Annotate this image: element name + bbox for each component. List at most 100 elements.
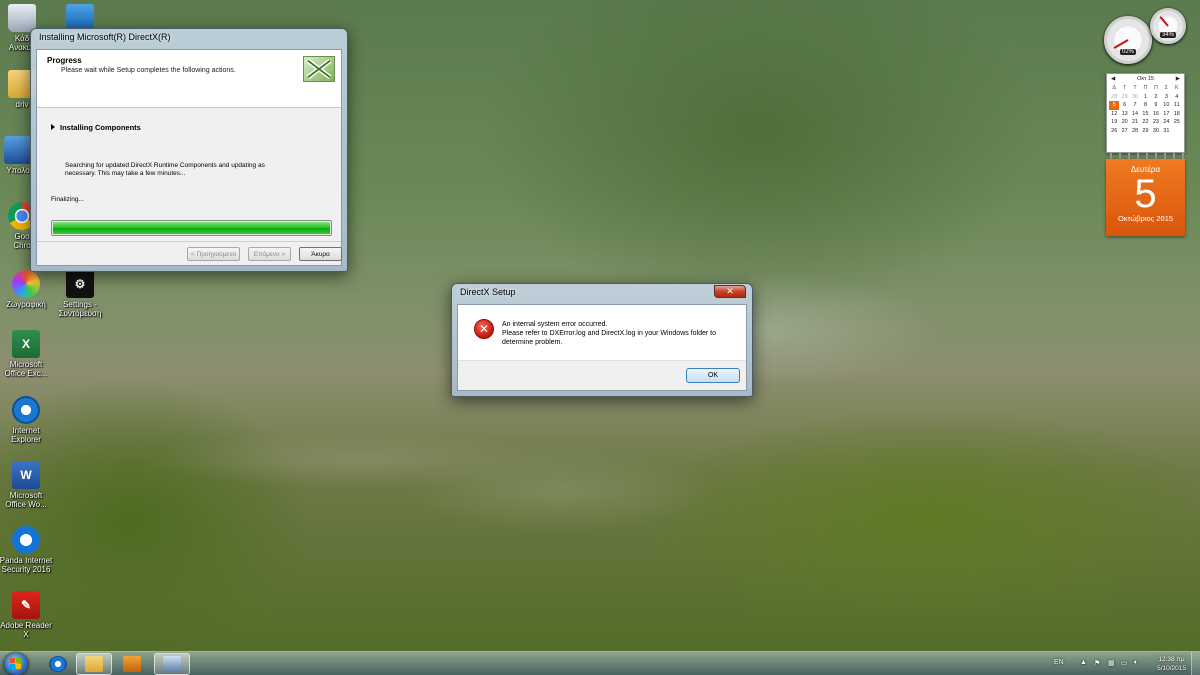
desktop-icon-adobe-reader[interactable]: ✎ Adobe Reader X — [0, 591, 56, 639]
calendar-day-cell[interactable]: 15 — [1140, 110, 1150, 119]
desktop-icon-label: Ζωγραφική — [6, 300, 46, 309]
calendar-day-cell[interactable]: 26 — [1109, 127, 1119, 136]
installer-status: Finalizing... — [51, 196, 84, 203]
media-player-icon — [123, 656, 141, 672]
calendar-day-cell[interactable]: 25 — [1172, 118, 1182, 127]
installer-header: Progress Please wait while Setup complet… — [37, 50, 341, 108]
desktop-icon-label: Internet Explorer — [11, 426, 41, 444]
volume-icon[interactable]: 🔈︎ — [1134, 659, 1138, 667]
calendar-weekday-header: Π — [1143, 85, 1148, 91]
calendar-day-cell[interactable]: 19 — [1109, 118, 1119, 127]
show-hidden-icons-icon[interactable]: ▲ — [1080, 659, 1087, 666]
cpu-gauge: 02% — [1104, 16, 1152, 64]
installer-section: Installing Components — [51, 123, 141, 132]
panda-icon — [12, 526, 40, 554]
calendar-day-cell[interactable] — [1172, 127, 1182, 136]
ok-button[interactable]: OK — [686, 368, 740, 383]
calendar-day-cell[interactable]: 29 — [1119, 93, 1129, 102]
expand-arrow-icon — [51, 124, 55, 130]
desktop-icon-internet-explorer[interactable]: Internet Explorer — [0, 396, 56, 444]
calendar-day-cell[interactable]: 16 — [1151, 110, 1161, 119]
cpu-meter-gadget[interactable]: 02% 34% — [1104, 8, 1190, 64]
setup-icon — [163, 656, 181, 672]
paint-icon — [12, 270, 40, 298]
calendar-gadget[interactable]: ◀ Oκτ 15 ▶ Δ Τ Τ Π Π Σ Κ 28 29 30 1 2 3 4 5 6 7 8 9 10 11 12 1… — [1106, 73, 1185, 236]
taskbar: EN ▲ ⚑ ▦ ▭ 🔈︎ 12:38 πμ 5/10/2015 — [0, 651, 1200, 675]
calendar-day-cell[interactable]: 13 — [1119, 110, 1129, 119]
error-dialog-footer: OK — [458, 360, 746, 390]
calendar-weekday-header: Κ — [1174, 85, 1179, 91]
start-button[interactable] — [4, 653, 28, 675]
desktop-icon-label: Adobe Reader X — [0, 621, 52, 639]
calendar-month-year: Οκτώβριος 2015 — [1117, 214, 1174, 223]
calendar-day-cell[interactable]: 30 — [1151, 127, 1161, 136]
cpu-needle — [1113, 39, 1129, 49]
computer-icon — [4, 136, 32, 164]
calendar-day-cell[interactable]: 3 — [1161, 93, 1171, 102]
power-tray-icon[interactable]: ▭ — [1121, 659, 1128, 667]
desktop-icon-label: Microsoft Office Wo... — [5, 491, 47, 509]
desktop-icon-settings[interactable]: ⚙ Settings - Συντόμευση — [50, 270, 110, 318]
desktop-icon-excel[interactable]: X Microsoft Office Exc... — [0, 330, 56, 378]
desktop-icon-paint[interactable]: Ζωγραφική — [0, 270, 56, 309]
calendar-day-cell[interactable]: 4 — [1172, 93, 1182, 102]
installer-window[interactable]: Installing Microsoft(R) DirectX(R) Progr… — [30, 28, 348, 272]
calendar-day-cell[interactable]: 2 — [1151, 93, 1161, 102]
calendar-weekday-header: Δ — [1112, 85, 1117, 91]
calendar-day-cell[interactable]: 29 — [1140, 127, 1150, 136]
calendar-day-cell[interactable]: 5 — [1109, 101, 1120, 110]
calendar-day-cell[interactable]: 27 — [1119, 127, 1129, 136]
calendar-day-cell[interactable]: 1 — [1140, 93, 1150, 102]
taskbar-media-player[interactable] — [114, 653, 150, 675]
installer-footer: < Προηγούμενο Επόμενο > Άκυρο — [37, 241, 342, 265]
clock[interactable]: 12:38 πμ 5/10/2015 — [1157, 655, 1186, 673]
calendar-day-cell[interactable]: 9 — [1151, 101, 1161, 110]
calendar-day-cell[interactable]: 22 — [1140, 118, 1150, 127]
calendar-nav: ◀ Oκτ 15 ▶ — [1107, 74, 1184, 84]
calendar-day-cell[interactable]: 28 — [1130, 127, 1140, 136]
calendar-day-cell[interactable]: 11 — [1172, 101, 1182, 110]
installer-header-title: Progress — [47, 56, 82, 65]
installer-description: Searching for updated DirectX Runtime Co… — [65, 162, 265, 177]
calendar-day-cell[interactable]: 14 — [1130, 110, 1140, 119]
language-indicator[interactable]: EN — [1054, 659, 1064, 666]
progress-fill — [53, 222, 330, 234]
calendar-day-cell[interactable]: 7 — [1130, 101, 1140, 110]
action-center-flag-icon[interactable]: ⚑ — [1094, 659, 1100, 667]
prev-month-icon[interactable]: ◀ — [1111, 76, 1115, 84]
calendar-day-cell[interactable]: 17 — [1161, 110, 1171, 119]
error-dialog[interactable]: DirectX Setup ✕ ✕ An internal system err… — [451, 283, 753, 397]
close-icon: ✕ — [726, 286, 734, 297]
installer-title: Installing Microsoft(R) DirectX(R) — [39, 32, 171, 42]
close-button[interactable]: ✕ — [714, 285, 746, 298]
next-month-icon[interactable]: ▶ — [1176, 76, 1180, 84]
taskbar-explorer[interactable] — [76, 653, 112, 675]
calendar-day-cell[interactable]: 18 — [1172, 110, 1182, 119]
installer-client: Progress Please wait while Setup complet… — [36, 49, 342, 266]
taskbar-internet-explorer[interactable] — [40, 653, 76, 675]
calendar-day-cell[interactable]: 20 — [1119, 118, 1129, 127]
calendar-day-cell[interactable]: 6 — [1119, 101, 1129, 110]
network-tray-icon[interactable]: ▦ — [1108, 659, 1115, 667]
back-button[interactable]: < Προηγούμενο — [187, 247, 240, 261]
show-desktop-button[interactable] — [1191, 652, 1200, 675]
desktop-icon-word[interactable]: W Microsoft Office Wo... — [0, 461, 56, 509]
calendar-day-cell[interactable]: 10 — [1161, 101, 1171, 110]
calendar-day-cell[interactable]: 31 — [1161, 127, 1171, 136]
calendar-day-cell[interactable]: 21 — [1130, 118, 1140, 127]
desktop-icon-panda[interactable]: Panda Internet Security 2016 — [0, 526, 56, 574]
installer-section-label: Installing Components — [60, 123, 141, 132]
error-dialog-title: DirectX Setup — [460, 287, 516, 297]
calendar-day-cell[interactable]: 23 — [1151, 118, 1161, 127]
calendar-day-cell[interactable]: 24 — [1161, 118, 1171, 127]
calendar-day-cell[interactable]: 30 — [1130, 93, 1140, 102]
calendar-day-cell[interactable]: 12 — [1109, 110, 1119, 119]
cancel-button[interactable]: Άκυρο — [299, 247, 342, 261]
next-button[interactable]: Επόμενο > — [248, 247, 291, 261]
calendar-day-cell[interactable]: 28 — [1109, 93, 1119, 102]
taskbar-directx-setup[interactable] — [154, 653, 190, 675]
excel-icon: X — [12, 330, 40, 358]
calendar-day-cell[interactable]: 8 — [1140, 101, 1150, 110]
settings-icon: ⚙ — [66, 270, 94, 298]
folder-icon — [85, 656, 103, 672]
